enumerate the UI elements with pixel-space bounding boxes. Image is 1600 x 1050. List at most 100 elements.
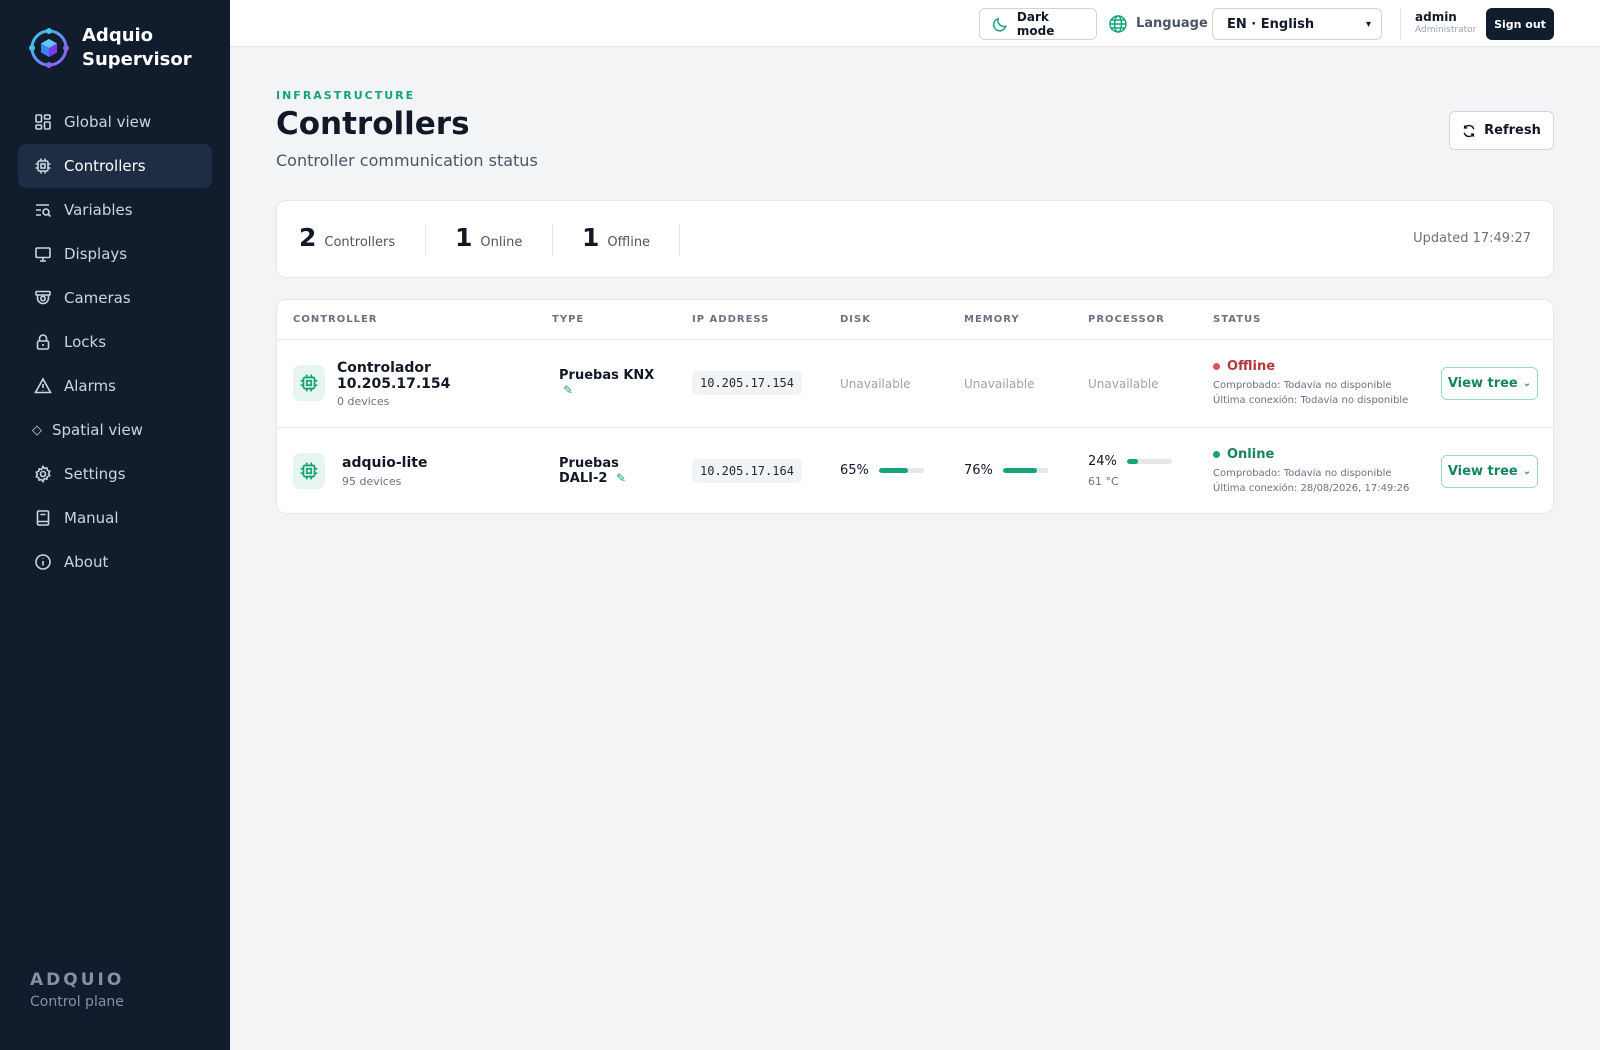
grid-icon (34, 113, 52, 131)
info-icon (34, 553, 52, 571)
ip-address: 10.205.17.154 (692, 371, 802, 395)
column-header: CONTROLLER (293, 314, 378, 325)
processor-progress-bar (1126, 459, 1172, 464)
memory-value: 76% (964, 463, 993, 478)
language-select[interactable]: EN · English ▾ (1212, 8, 1382, 40)
sidebar-item-about[interactable]: About (18, 540, 212, 584)
status-last-connection: Última conexión: Todavía no disponible (1213, 395, 1409, 406)
sidebar-item-label: Cameras (64, 289, 131, 307)
sidebar-item-label: Global view (64, 113, 152, 131)
sidebar-item-controllers[interactable]: Controllers (18, 144, 212, 188)
chip-icon (293, 365, 325, 401)
column-header: MEMORY (964, 314, 1020, 325)
status-badge: Online (1213, 447, 1274, 462)
view-tree-button[interactable]: View tree ⌄ (1441, 367, 1538, 400)
refresh-label: Refresh (1484, 123, 1541, 138)
refresh-button[interactable]: Refresh (1449, 111, 1554, 150)
view-tree-label: View tree (1447, 376, 1518, 391)
sidebar-nav: Global view Controllers Variables Displa… (18, 100, 212, 584)
stat-controllers: 2 Controllers (299, 223, 395, 252)
column-header: TYPE (552, 314, 585, 325)
controller-type: Pruebas KNX ✎ (559, 368, 659, 398)
controller-type-label: Pruebas DALI-2 (559, 456, 619, 486)
user-role: Administrator (1415, 25, 1477, 35)
chip-icon (293, 453, 325, 489)
memory-value: Unavailable (964, 377, 1035, 391)
status-dot-icon (1213, 451, 1220, 458)
sidebar-item-variables[interactable]: Variables (18, 188, 212, 232)
table-header: CONTROLLER TYPE IP ADDRESS DISK MEMORY P… (277, 300, 1553, 340)
stat-number: 1 (582, 223, 600, 252)
sidebar-item-spatial-view[interactable]: ◇ Spatial view (18, 408, 212, 452)
user-name: admin (1415, 10, 1457, 24)
sidebar-item-label: Alarms (64, 377, 116, 395)
sidebar-item-label: Displays (64, 245, 128, 263)
page-subtitle: Controller communication status (276, 151, 538, 170)
processor-bar-fill (1126, 459, 1138, 464)
topbar: Dark mode Language EN · English ▾ admin … (230, 0, 1600, 47)
sidebar-item-label: Settings (64, 465, 126, 483)
status-label: Offline (1227, 359, 1276, 374)
alert-icon (34, 377, 52, 395)
sidebar-footer: ADQUIO Control plane (30, 970, 124, 1010)
brand[interactable]: Adquio Supervisor (28, 24, 202, 72)
sidebar-item-global-view[interactable]: Global view (18, 100, 212, 144)
globe-icon (1109, 15, 1127, 33)
table-row: adquio-lite 95 devices Pruebas DALI-2 ✎ … (277, 427, 1553, 513)
view-tree-button[interactable]: View tree ⌄ (1441, 455, 1538, 488)
language-select-value: EN · English (1227, 16, 1315, 32)
controller-devices: 95 devices (342, 475, 402, 488)
ip-address: 10.205.17.164 (692, 459, 802, 483)
controller-type-label: Pruebas KNX (559, 368, 655, 383)
memory-bar-fill (1002, 468, 1038, 473)
dark-mode-button[interactable]: Dark mode (979, 8, 1097, 40)
sidebar: Adquio Supervisor Global view Controller… (0, 0, 230, 1050)
memory-metric: 76% (964, 463, 1048, 478)
sidebar-item-manual[interactable]: Manual (18, 496, 212, 540)
stat-divider (552, 225, 553, 255)
controller-name[interactable]: Controlador 10.205.17.154 (337, 360, 477, 392)
view-tree-label: View tree (1447, 464, 1518, 479)
edit-icon[interactable]: ✎ (563, 383, 573, 397)
processor-metric: 24% (1088, 454, 1172, 469)
stat-number: 1 (455, 223, 473, 252)
disk-value: 65% (840, 463, 869, 478)
status-dot-icon (1213, 363, 1220, 370)
status-checked: Comprobado: Todavía no disponible (1213, 380, 1392, 391)
column-header: PROCESSOR (1088, 314, 1165, 325)
sidebar-item-label: Locks (64, 333, 107, 351)
chevron-down-icon: ▾ (1365, 18, 1371, 30)
edit-icon[interactable]: ✎ (616, 471, 626, 485)
stat-divider (679, 225, 680, 255)
chevron-down-icon: ⌄ (1522, 378, 1532, 389)
column-header: STATUS (1213, 314, 1262, 325)
chip-icon (34, 157, 52, 175)
sidebar-item-label: Spatial view (52, 421, 143, 439)
sidebar-item-alarms[interactable]: Alarms (18, 364, 212, 408)
column-header: DISK (840, 314, 871, 325)
updated-timestamp: Updated 17:49:27 (1413, 231, 1531, 246)
status-label: Online (1227, 447, 1275, 462)
sidebar-item-label: Manual (64, 509, 119, 527)
monitor-icon (34, 245, 52, 263)
status-checked: Comprobado: Todavía no disponible (1213, 468, 1392, 479)
sidebar-item-settings[interactable]: Settings (18, 452, 212, 496)
status-badge: Offline (1213, 359, 1275, 374)
sidebar-item-displays[interactable]: Displays (18, 232, 212, 276)
gear-icon (34, 465, 52, 483)
stat-label: Offline (607, 235, 651, 250)
book-icon (34, 509, 52, 527)
adquio-logo-icon (29, 28, 69, 68)
status-meta: Comprobado: Todavía no disponible Última… (1213, 378, 1408, 408)
disk-progress-bar (878, 468, 924, 473)
sign-out-button[interactable]: Sign out (1486, 8, 1554, 40)
stat-online: 1 Online (455, 223, 522, 252)
variables-icon (34, 201, 52, 219)
page-title: Controllers (276, 106, 470, 142)
stat-label: Online (480, 235, 523, 250)
sidebar-item-cameras[interactable]: Cameras (18, 276, 212, 320)
controller-name[interactable]: adquio-lite (342, 455, 427, 471)
status-meta: Comprobado: Todavía no disponible Última… (1213, 466, 1409, 496)
sidebar-item-locks[interactable]: Locks (18, 320, 212, 364)
sidebar-item-label: Variables (64, 201, 133, 219)
